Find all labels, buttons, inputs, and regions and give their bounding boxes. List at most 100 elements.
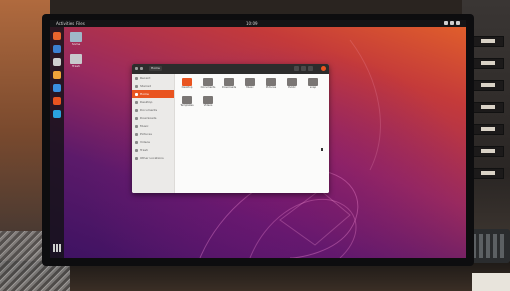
close-icon[interactable]	[321, 66, 326, 71]
system-tray[interactable]	[444, 21, 460, 25]
place-icon	[135, 92, 138, 96]
show-applications-icon[interactable]	[53, 244, 61, 252]
sidebar-item[interactable]: Pictures	[132, 130, 174, 138]
trash-label: Trash	[72, 64, 80, 68]
dock	[50, 27, 64, 258]
folder-item[interactable]: Videos	[199, 96, 217, 107]
desk-phone	[468, 229, 510, 263]
software-icon[interactable]	[53, 97, 61, 105]
trash-desktop-icon[interactable]: Trash	[64, 54, 88, 68]
forward-icon[interactable]	[140, 67, 143, 70]
folder-icon	[182, 78, 192, 86]
view-list-icon[interactable]	[301, 66, 306, 71]
folder-icon	[308, 78, 318, 86]
folder-icon	[224, 78, 234, 86]
folder-label: Downloads	[221, 86, 237, 89]
firefox-icon[interactable]	[53, 32, 61, 40]
paper-box	[472, 273, 510, 291]
place-icon	[135, 156, 138, 160]
activities-button[interactable]: Activities	[56, 20, 74, 27]
folder-label: Pictures	[265, 86, 277, 89]
place-icon	[135, 108, 138, 112]
place-icon	[135, 84, 138, 88]
sidebar-item-label: Starred	[140, 84, 152, 88]
sidebar-item[interactable]: Downloads	[132, 114, 174, 122]
folder-icon	[245, 78, 255, 86]
app-menu[interactable]: Files	[76, 20, 85, 27]
place-icon	[135, 132, 138, 136]
shelf-bin	[472, 36, 504, 47]
shelf-bin	[472, 80, 504, 91]
home-folder-desktop-icon[interactable]: home	[64, 32, 88, 46]
window-header: Home	[132, 64, 329, 74]
sidebar: Recent Starred Home Desktop Documents Downloa…	[132, 74, 175, 193]
network-icon	[444, 21, 448, 25]
sidebar-item-label: Documents	[140, 108, 158, 112]
sidebar-item[interactable]: Music	[132, 122, 174, 130]
screen: Activities Files 10:09 home Trash Home R…	[50, 20, 466, 258]
folder-label: Videos	[203, 104, 213, 107]
history-buttons	[135, 67, 143, 70]
sidebar-item-label: Downloads	[140, 116, 157, 120]
volume-icon	[450, 21, 454, 25]
folder-icon	[182, 96, 192, 104]
help-icon[interactable]	[53, 110, 61, 118]
sidebar-item[interactable]: Desktop	[132, 98, 174, 106]
sidebar-item[interactable]: Recent	[132, 74, 174, 82]
folder-item[interactable]: Documents	[199, 78, 217, 89]
folder-label: snap	[309, 86, 317, 89]
sidebar-item[interactable]: Home	[132, 90, 174, 98]
folder-icon	[203, 78, 213, 86]
top-panel: Activities Files 10:09	[50, 20, 466, 27]
sidebar-item-label: Trash	[140, 148, 148, 152]
sidebar-item-label: Home	[140, 92, 149, 96]
shelf-bin	[472, 124, 504, 135]
file-manager-window: Home Recent Starred Home Desktop Documents Do…	[132, 64, 329, 193]
sidebar-item-label: Pictures	[140, 132, 152, 136]
back-icon[interactable]	[135, 67, 138, 70]
monitor: Activities Files 10:09 home Trash Home R…	[42, 14, 474, 266]
folder-item[interactable]: Templates	[178, 96, 196, 107]
writer-icon[interactable]	[53, 84, 61, 92]
sidebar-item-label: Music	[140, 124, 149, 128]
place-icon	[135, 116, 138, 120]
folder-item[interactable]: Pictures	[262, 78, 280, 89]
search-icon[interactable]	[294, 66, 299, 71]
folder-label: Documents	[200, 86, 216, 89]
place-icon	[135, 148, 138, 152]
sidebar-item[interactable]: Starred	[132, 82, 174, 90]
sidebar-item-label: Other Locations	[140, 156, 164, 160]
trash-icon	[70, 54, 82, 64]
sidebar-item[interactable]: Documents	[132, 106, 174, 114]
file-view: Desktop Documents Downloads Music Pictures Pu…	[175, 74, 329, 193]
sidebar-item[interactable]: Videos	[132, 138, 174, 146]
folder-item[interactable]: Desktop	[178, 78, 196, 89]
mouse-pointer	[321, 148, 323, 151]
path-bar[interactable]: Home	[149, 66, 162, 71]
folder-label: Templates	[180, 104, 194, 107]
menu-icon[interactable]	[308, 66, 313, 71]
sidebar-item[interactable]: Other Locations	[132, 154, 174, 162]
files-icon[interactable]	[53, 58, 61, 66]
toolbar	[294, 66, 313, 71]
place-icon	[135, 124, 138, 128]
clock[interactable]: 10:09	[246, 20, 258, 27]
place-icon	[135, 140, 138, 144]
folder-label: Music	[246, 86, 254, 89]
folder-icon	[287, 78, 297, 86]
sidebar-item[interactable]: Trash	[132, 146, 174, 154]
folder-item[interactable]: Music	[241, 78, 259, 89]
rhythmbox-icon[interactable]	[53, 71, 61, 79]
folder-item[interactable]: snap	[304, 78, 322, 89]
sidebar-item-label: Desktop	[140, 100, 153, 104]
place-icon	[135, 100, 138, 104]
folder-icon	[203, 96, 213, 104]
shelf-bin	[472, 146, 504, 157]
folder-label: Desktop	[181, 86, 193, 89]
thunderbird-icon[interactable]	[53, 45, 61, 53]
home-folder-label: home	[71, 42, 81, 46]
shelf-bin	[472, 58, 504, 69]
folder-item[interactable]: Downloads	[220, 78, 238, 89]
folder-item[interactable]: Public	[283, 78, 301, 89]
home-folder-icon	[70, 32, 82, 42]
